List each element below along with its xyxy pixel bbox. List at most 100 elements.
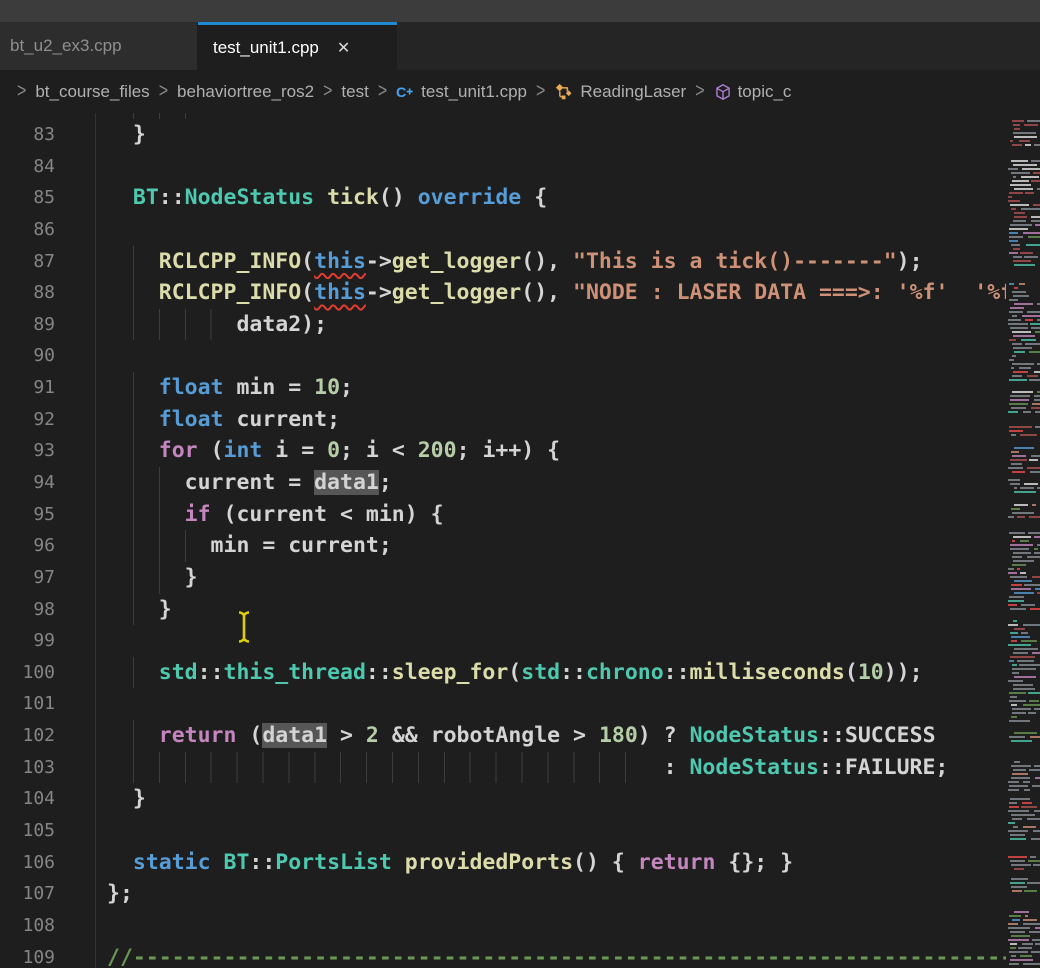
minimap-line [1009, 283, 1014, 285]
minimap-line [1029, 769, 1040, 771]
minimap-line [1032, 939, 1040, 941]
code-line[interactable]: 90 [0, 340, 1006, 372]
tab-label: test_unit1.cpp [213, 38, 319, 58]
minimap-line [1008, 856, 1027, 858]
tab-test_unit1[interactable]: test_unit1.cpp ✕ [198, 22, 397, 70]
minimap-line [1027, 311, 1040, 313]
minimap-line [1009, 379, 1027, 381]
line-number: 90 [0, 340, 55, 372]
minimap-line [1023, 919, 1037, 921]
minimap-line [1025, 192, 1034, 194]
breadcrumb-item-behaviortree-ros2[interactable]: behaviortree_ros2 [177, 82, 314, 102]
code-line[interactable]: 101 [0, 688, 1006, 720]
minimap-line [1013, 347, 1032, 349]
code-line[interactable]: 103 : NodeStatus::FAILURE; [0, 752, 1006, 784]
minimap-line [1023, 963, 1040, 965]
minimap-line [1008, 644, 1031, 646]
code-line[interactable]: 85 BT::NodeStatus tick() override { [0, 182, 1006, 214]
line-number: 91 [0, 372, 55, 404]
code-line[interactable]: 84 [0, 151, 1006, 183]
minimap-line [1025, 915, 1028, 917]
code-line[interactable]: 93 for (int i = 0; i < 200; i++) { [0, 435, 1006, 467]
minimap-line [1012, 291, 1026, 293]
minimap-line [1013, 248, 1020, 250]
code-line[interactable]: 95 if (current < min) { [0, 499, 1006, 531]
minimap-line [1012, 120, 1024, 122]
minimap-line [1008, 467, 1023, 469]
minimap-line [1025, 319, 1033, 321]
indent-guides [133, 720, 145, 752]
code-line[interactable]: 97 } [0, 562, 1006, 594]
code-text: min = current; [55, 530, 392, 562]
code-line[interactable]: 83 } [0, 119, 1006, 151]
minimap-line [1010, 576, 1027, 578]
code-text: std::this_thread::sleep_for(std::chrono:… [55, 657, 923, 689]
minimap-line [1009, 660, 1014, 662]
minimap-line [1034, 371, 1040, 373]
minimap-line [1011, 886, 1027, 888]
breadcrumb-item-readinglaser[interactable]: ReadingLaser [554, 82, 686, 102]
breadcrumb-item-test-unit1-cpp[interactable]: Ctest_unit1.cpp [396, 82, 527, 102]
minimap-line [1035, 927, 1040, 929]
code-editor[interactable]: 82 data2);83 }8485 BT::NodeStatus tick()… [0, 113, 1040, 968]
minimap[interactable] [1008, 113, 1040, 968]
line-number: 87 [0, 246, 55, 278]
minimap-line [1034, 548, 1038, 550]
code-line[interactable]: 98 } [0, 594, 1006, 626]
minimap-line [1009, 228, 1028, 230]
code-line[interactable]: 88 RCLCPP_INFO(this->get_logger(), "NODE… [0, 277, 1006, 309]
minimap-line [1011, 878, 1028, 880]
minimap-line [1014, 592, 1034, 594]
code-line[interactable]: 100 std::this_thread::sleep_for(std::chr… [0, 657, 1006, 689]
minimap-line [1011, 640, 1017, 642]
line-number: 85 [0, 182, 55, 214]
indent-guides [133, 467, 171, 499]
code-line[interactable]: 109//-----------------------------------… [0, 942, 1006, 968]
code-line[interactable]: 106 static BT::PortsList providedPorts()… [0, 847, 1006, 879]
code-line[interactable]: 104 } [0, 783, 1006, 815]
minimap-line [1011, 864, 1031, 866]
code-line[interactable]: 94 current = data1; [0, 467, 1006, 499]
code-line[interactable]: 91 float min = 10; [0, 372, 1006, 404]
minimap-line [1021, 339, 1035, 341]
code-line[interactable]: 105 [0, 815, 1006, 847]
minimap-line [1022, 943, 1033, 945]
code-line[interactable]: 99 [0, 625, 1006, 657]
line-number: 88 [0, 277, 55, 309]
code-line[interactable]: 89 data2); [0, 309, 1006, 341]
minimap-line [1009, 311, 1023, 313]
minimap-line [1012, 375, 1022, 377]
minimap-line [1009, 403, 1028, 405]
breadcrumb-item-test[interactable]: test [341, 82, 368, 102]
minimap-line [1012, 180, 1029, 182]
minimap-line [1010, 632, 1018, 634]
minimap-line [1012, 331, 1031, 333]
code-line[interactable]: 86 [0, 214, 1006, 246]
minimap-line [1009, 720, 1030, 722]
minimap-line [1034, 810, 1040, 812]
breadcrumb-item-topic-c[interactable]: topic_c [714, 82, 792, 102]
minimap-line [1008, 319, 1021, 321]
minimap-line [1023, 232, 1040, 234]
minimap-line [1022, 802, 1031, 804]
tab-bt_u2_ex3[interactable]: bt_u2_ex3.cpp [0, 22, 198, 70]
line-number: 95 [0, 499, 55, 531]
minimap-line [1010, 838, 1026, 840]
minimap-line [1009, 532, 1025, 534]
minimap-line [1030, 323, 1040, 325]
minimap-line [1008, 927, 1030, 929]
minimap-line [1031, 220, 1040, 222]
close-icon[interactable]: ✕ [333, 36, 354, 60]
code-line[interactable]: 108 [0, 910, 1006, 942]
minimap-line [1010, 140, 1013, 142]
minimap-line [1010, 860, 1025, 862]
code-line[interactable]: 107}; [0, 878, 1006, 910]
minimap-line [1021, 640, 1037, 642]
minimap-line [1034, 552, 1040, 554]
code-line[interactable]: 96 min = current; [0, 530, 1006, 562]
code-line[interactable]: 92 float current; [0, 404, 1006, 436]
code-line[interactable]: 102 return (data1 > 2 && robotAngle > 18… [0, 720, 1006, 752]
breadcrumb-item-bt-course-files[interactable]: bt_course_files [35, 82, 149, 102]
minimap-line [1028, 532, 1040, 534]
code-line[interactable]: 87 RCLCPP_INFO(this->get_logger(), "This… [0, 246, 1006, 278]
